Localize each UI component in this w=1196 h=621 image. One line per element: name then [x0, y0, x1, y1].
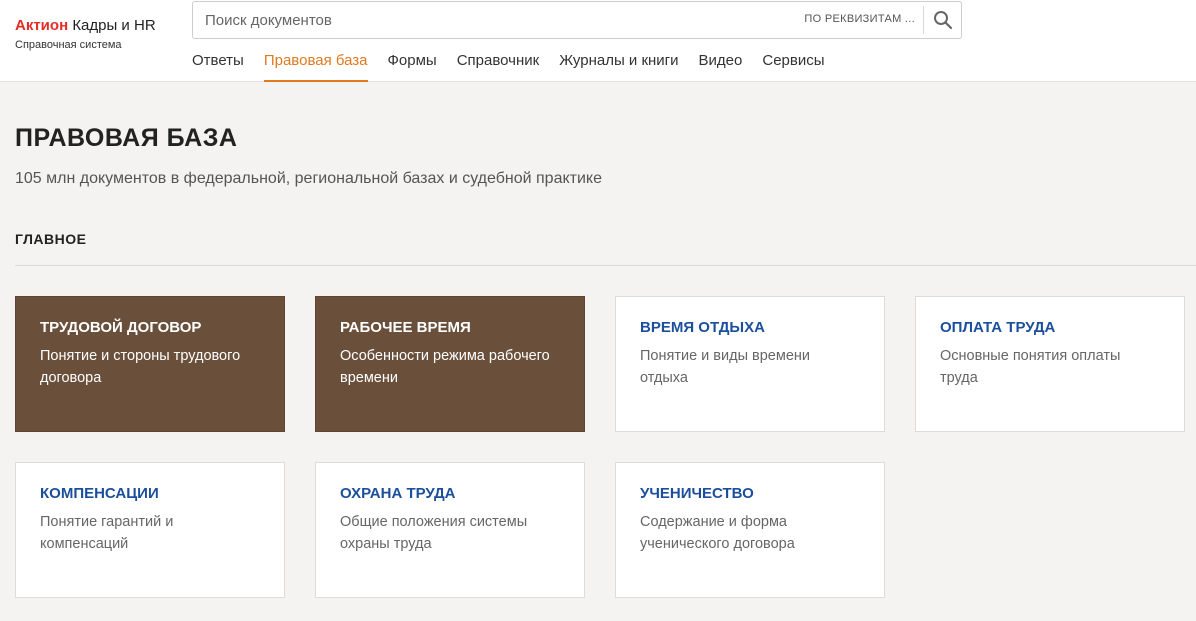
section-title: ГЛАВНОЕ [15, 231, 87, 247]
nav-item-reference[interactable]: Справочник [457, 41, 540, 82]
card-apprenticeship[interactable]: УЧЕНИЧЕСТВО Содержание и форма ученическ… [615, 462, 885, 598]
card-description: Понятие и виды времени отдыха [640, 348, 810, 386]
card-title: УЧЕНИЧЕСТВО [640, 485, 754, 502]
logo-brand: Актион [15, 17, 69, 34]
card-title: ОПЛАТА ТРУДА [940, 319, 1056, 336]
nav-item-journals-books[interactable]: Журналы и книги [559, 41, 678, 82]
search-by-requisites-button[interactable]: ПО РЕКВИЗИТАМ ... [804, 13, 915, 25]
nav-item-services[interactable]: Сервисы [762, 41, 824, 82]
nav-item-video[interactable]: Видео [699, 41, 743, 82]
card-labor-protection[interactable]: ОХРАНА ТРУДА Общие положения системы охр… [315, 462, 585, 598]
card-description: Понятие гарантий и компенсаций [40, 514, 174, 552]
card-title: РАБОЧЕЕ ВРЕМЯ [340, 319, 471, 336]
card-description: Особенности режима рабочего времени [340, 348, 550, 386]
card-description: Содержание и форма ученического договора [640, 514, 795, 552]
logo-product: Кадры и HR [72, 17, 156, 34]
logo-title: Актион Кадры и HR [15, 17, 156, 35]
logo-subtitle: Справочная система [15, 39, 122, 51]
section-divider [15, 265, 1196, 266]
card-description: Основные понятия оплаты труда [940, 348, 1121, 386]
card-title: ТРУДОВОЙ ДОГОВОР [40, 319, 202, 336]
card-description: Понятие и стороны трудового договора [40, 348, 241, 386]
card-title: ВРЕМЯ ОТДЫХА [640, 319, 765, 336]
card-title: ОХРАНА ТРУДА [340, 485, 456, 502]
page-title: ПРАВОВАЯ БАЗА [15, 124, 238, 152]
top-header: Актион Кадры и HR Справочная система ПО … [0, 0, 1196, 82]
logo[interactable]: Актион Кадры и HR Справочная система [15, 17, 156, 52]
card-employment-contract[interactable]: ТРУДОВОЙ ДОГОВОР Понятие и стороны трудо… [15, 296, 285, 432]
card-description: Общие положения системы охраны труда [340, 514, 528, 552]
card-wages[interactable]: ОПЛАТА ТРУДА Основные понятия оплаты тру… [915, 296, 1185, 432]
nav-item-legal-base[interactable]: Правовая база [263, 41, 368, 82]
card-working-time[interactable]: РАБОЧЕЕ ВРЕМЯ Особенности режима рабочег… [315, 296, 585, 432]
search-input[interactable] [193, 2, 783, 38]
nav-item-forms[interactable]: Формы [388, 41, 437, 82]
page-subtitle: 105 млн документов в федеральной, регион… [15, 170, 602, 187]
main-nav: Ответы Правовая база Формы Справочник Жу… [192, 41, 845, 82]
search-icon [933, 11, 952, 30]
nav-item-answers[interactable]: Ответы [192, 41, 244, 82]
search-box: ПО РЕКВИЗИТАМ ... [192, 1, 962, 39]
card-title: КОМПЕНСАЦИИ [40, 485, 159, 502]
card-rest-time[interactable]: ВРЕМЯ ОТДЫХА Понятие и виды времени отды… [615, 296, 885, 432]
search-button[interactable] [924, 2, 961, 38]
card-compensations[interactable]: КОМПЕНСАЦИИ Понятие гарантий и компенсац… [15, 462, 285, 598]
